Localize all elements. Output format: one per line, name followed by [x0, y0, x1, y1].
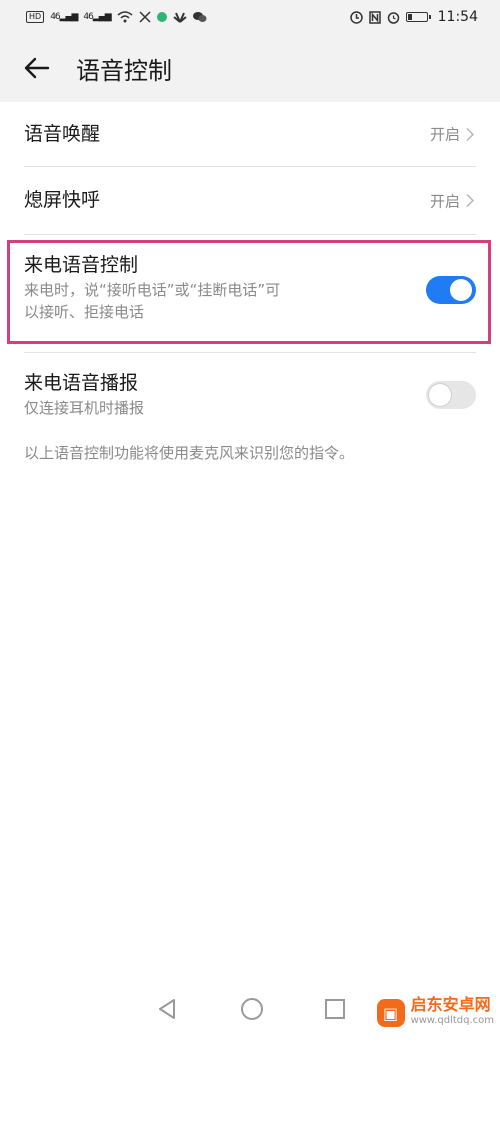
setting-incoming-call-announce[interactable]: 来电语音播报 仅连接耳机时播报	[24, 368, 476, 422]
signal-label-2: 46	[83, 12, 94, 22]
nfc-icon	[368, 10, 381, 24]
watermark-logo-icon: ▣	[376, 999, 405, 1027]
missed-call-icon	[139, 11, 151, 23]
setting-value: 开启	[430, 124, 474, 145]
status-left: HD 46▂▄▆ 46▂▄▆	[26, 11, 207, 23]
nav-back-icon[interactable]	[155, 997, 179, 1021]
watermark-url: www.qdltdq.com	[410, 1015, 494, 1026]
battery-icon	[405, 12, 431, 22]
clock-icon	[387, 11, 399, 24]
setting-label: 来电语音播报	[24, 372, 139, 394]
nav-recent-icon[interactable]	[325, 999, 345, 1019]
setting-label: 熄屏快呼	[24, 189, 101, 211]
footer-note: 以上语音控制功能将使用麦克风来识别您的指令。	[24, 444, 355, 462]
app-bar: 语音控制	[0, 34, 500, 102]
watermark-main: 启东安卓网	[410, 995, 491, 1014]
wechat-icon	[192, 12, 207, 22]
page-title: 语音控制	[76, 56, 172, 85]
signal-label: 46	[50, 12, 61, 22]
toggle-knob	[429, 384, 451, 406]
battery-level	[407, 14, 412, 20]
highlight-box	[7, 240, 491, 344]
nav-home-icon[interactable]	[241, 998, 263, 1020]
watermark-text: 启东安卓网 www.qdltdq.com	[411, 997, 494, 1029]
signal-icon: 46▂▄▆	[50, 12, 78, 22]
setting-screen-off-call[interactable]: 熄屏快呼 开启	[24, 167, 476, 234]
wifi-icon	[117, 11, 133, 23]
divider	[24, 234, 476, 235]
setting-voice-wakeup[interactable]: 语音唤醒 开启	[24, 102, 476, 166]
watermark: ▣ 启东安卓网 www.qdltdq.com	[376, 997, 494, 1029]
incoming-call-announce-toggle[interactable]	[426, 381, 476, 409]
setting-description: 仅连接耳机时播报	[24, 399, 145, 417]
alarm-icon	[349, 10, 363, 24]
status-time: 11:54	[437, 9, 478, 25]
hd-icon: HD	[26, 11, 45, 23]
setting-value-text: 开启	[429, 192, 460, 210]
signal-icon-2: 46▂▄▆	[83, 12, 111, 22]
setting-value: 开启	[430, 190, 474, 211]
app-icon	[156, 12, 167, 22]
status-bar: HD 46▂▄▆ 46▂▄▆ 11:54	[0, 0, 500, 34]
setting-value-text: 开启	[429, 125, 460, 144]
chevron-right-icon	[466, 193, 474, 208]
status-right: 11:54	[349, 9, 478, 25]
huawei-icon	[172, 12, 187, 23]
chevron-right-icon	[466, 127, 474, 141]
divider	[24, 352, 476, 353]
back-arrow-icon[interactable]	[22, 53, 52, 83]
setting-label: 语音唤醒	[24, 123, 101, 145]
